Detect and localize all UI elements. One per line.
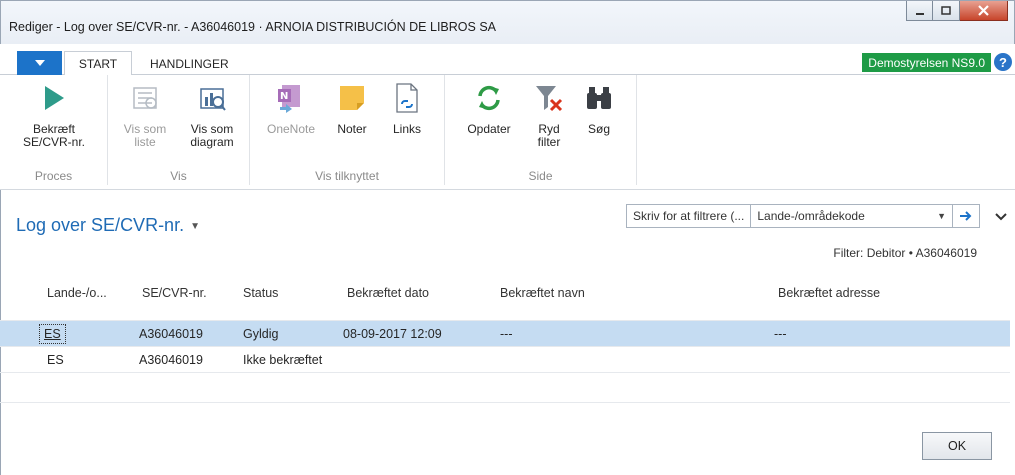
view-as-list-label: Vis som liste — [123, 122, 167, 149]
window-title: Rediger - Log over SE/CVR-nr. - A3604601… — [9, 20, 496, 34]
clear-filter-button[interactable]: Ryd filter — [527, 79, 571, 149]
refresh-label: Opdater — [467, 122, 511, 136]
filter-info: Filter: Debitor • A36046019 — [833, 246, 977, 260]
ok-button[interactable]: OK — [922, 432, 992, 460]
app-menu-button[interactable] — [17, 51, 62, 75]
search-button[interactable]: Søg — [579, 79, 619, 136]
table-row[interactable]: ES A36046019 Gyldig 08-09-2017 12:09 ---… — [0, 321, 1010, 347]
list-view-icon — [128, 79, 162, 117]
ribbon-group-vis: Vis som liste Vis som diagram Vis — [108, 75, 250, 185]
column-header-status[interactable]: Status — [243, 275, 278, 311]
cell-name: --- — [500, 326, 513, 341]
filter-input[interactable]: Skriv for at filtrere (... — [627, 205, 752, 227]
page-title-text: Log over SE/CVR-nr. — [16, 215, 185, 235]
view-as-chart-label: Vis som diagram — [190, 122, 234, 149]
notes-button[interactable]: Noter — [330, 79, 374, 136]
column-header-address[interactable]: Bekræftet adresse — [778, 275, 880, 311]
grid-header-separator — [0, 311, 1010, 321]
minimize-button[interactable] — [906, 1, 933, 21]
cell-vat: A36046019 — [139, 352, 203, 367]
close-button[interactable] — [960, 1, 1008, 21]
column-header-date[interactable]: Bekræftet dato — [347, 275, 429, 311]
binoculars-icon — [582, 79, 616, 117]
clear-filter-label: Ryd filter — [537, 122, 561, 149]
clear-filter-icon — [532, 79, 566, 117]
filter-bar: Skriv for at filtrere (... Lande-/område… — [626, 204, 980, 228]
group-label-vis: Vis — [170, 169, 187, 183]
cell-status: Gyldig — [243, 326, 279, 341]
onenote-button[interactable]: N OneNote — [262, 79, 320, 136]
confirm-vat-label: Bekræft SE/CVR-nr. — [22, 122, 85, 149]
cell-country: ES — [47, 352, 64, 367]
group-label-proces: Proces — [34, 169, 73, 183]
group-label-vis-tilknyttet: Vis tilknyttet — [315, 169, 379, 183]
tab-handlinger[interactable]: HANDLINGER — [140, 51, 239, 76]
help-button[interactable]: ? — [994, 53, 1012, 71]
filter-field-label: Lande-/områdekode — [757, 209, 865, 223]
ribbon-group-proces: Bekræft SE/CVR-nr. Proces — [0, 75, 108, 185]
cell-vat: A36046019 — [139, 326, 203, 341]
table-row[interactable]: ES A36046019 Ikke bekræftet — [0, 347, 1010, 373]
confirm-vat-button[interactable]: Bekræft SE/CVR-nr. — [14, 79, 94, 149]
onenote-icon: N — [274, 79, 308, 117]
window-controls — [906, 1, 1008, 21]
link-icon — [390, 79, 424, 117]
chevron-down-icon — [995, 213, 1007, 221]
ribbon-group-side: Opdater Ryd filter Søg Side — [445, 75, 637, 185]
chevron-down-icon: ▼ — [190, 220, 200, 232]
group-label-side: Side — [528, 169, 553, 183]
dropdown-triangle-icon — [34, 60, 45, 66]
tab-start[interactable]: START — [64, 51, 132, 76]
data-grid: Lande-/o... SE/CVR-nr. Status Bekræftet … — [0, 275, 1010, 403]
country-link[interactable]: ES — [39, 323, 66, 344]
arrow-right-icon — [960, 211, 972, 221]
apply-filter-button[interactable] — [953, 211, 979, 221]
page-title[interactable]: Log over SE/CVR-nr. ▼ — [16, 215, 200, 236]
column-header-country[interactable]: Lande-/o... — [47, 275, 107, 311]
chart-view-icon — [195, 79, 229, 117]
svg-text:N: N — [280, 91, 288, 102]
refresh-button[interactable]: Opdater — [461, 79, 517, 136]
maximize-icon — [941, 6, 951, 15]
cell-date: 08-09-2017 12:09 — [343, 326, 442, 341]
dropdown-arrow-icon: ▼ — [937, 211, 946, 221]
column-header-name[interactable]: Bekræftet navn — [500, 275, 585, 311]
notes-label: Noter — [337, 122, 367, 136]
refresh-icon — [472, 79, 506, 117]
ribbon-group-vis-tilknyttet: N OneNote Noter Links Vis tilknyttet — [250, 75, 445, 185]
note-icon — [335, 79, 369, 117]
links-label: Links — [392, 122, 421, 136]
onenote-label: OneNote — [266, 122, 316, 136]
company-badge[interactable]: Demostyrelsen NS9.0 — [862, 53, 991, 72]
column-header-vat[interactable]: SE/CVR-nr. — [142, 275, 207, 311]
play-icon — [37, 79, 71, 117]
filter-field-select[interactable]: Lande-/områdekode ▼ — [751, 205, 953, 227]
cell-country[interactable]: ES — [39, 321, 66, 346]
minimize-icon — [915, 12, 924, 15]
close-icon — [978, 5, 989, 16]
ribbon: Bekræft SE/CVR-nr. Proces Vis som liste … — [0, 75, 1015, 190]
title-bar: Rediger - Log over SE/CVR-nr. - A3604601… — [0, 0, 1015, 44]
maximize-button[interactable] — [933, 1, 960, 21]
ribbon-tab-bar: START HANDLINGER Demostyrelsen NS9.0 ? — [0, 44, 1015, 76]
cell-address: --- — [774, 326, 787, 341]
cell-status: Ikke bekræftet — [243, 352, 323, 367]
table-row-empty — [0, 373, 1010, 403]
search-label: Søg — [587, 122, 610, 136]
collapse-chevron-button[interactable] — [995, 210, 1007, 224]
links-button[interactable]: Links — [384, 79, 430, 136]
view-as-list-button[interactable]: Vis som liste — [122, 79, 168, 149]
view-as-chart-button[interactable]: Vis som diagram — [182, 79, 242, 149]
grid-header: Lande-/o... SE/CVR-nr. Status Bekræftet … — [0, 275, 1010, 311]
